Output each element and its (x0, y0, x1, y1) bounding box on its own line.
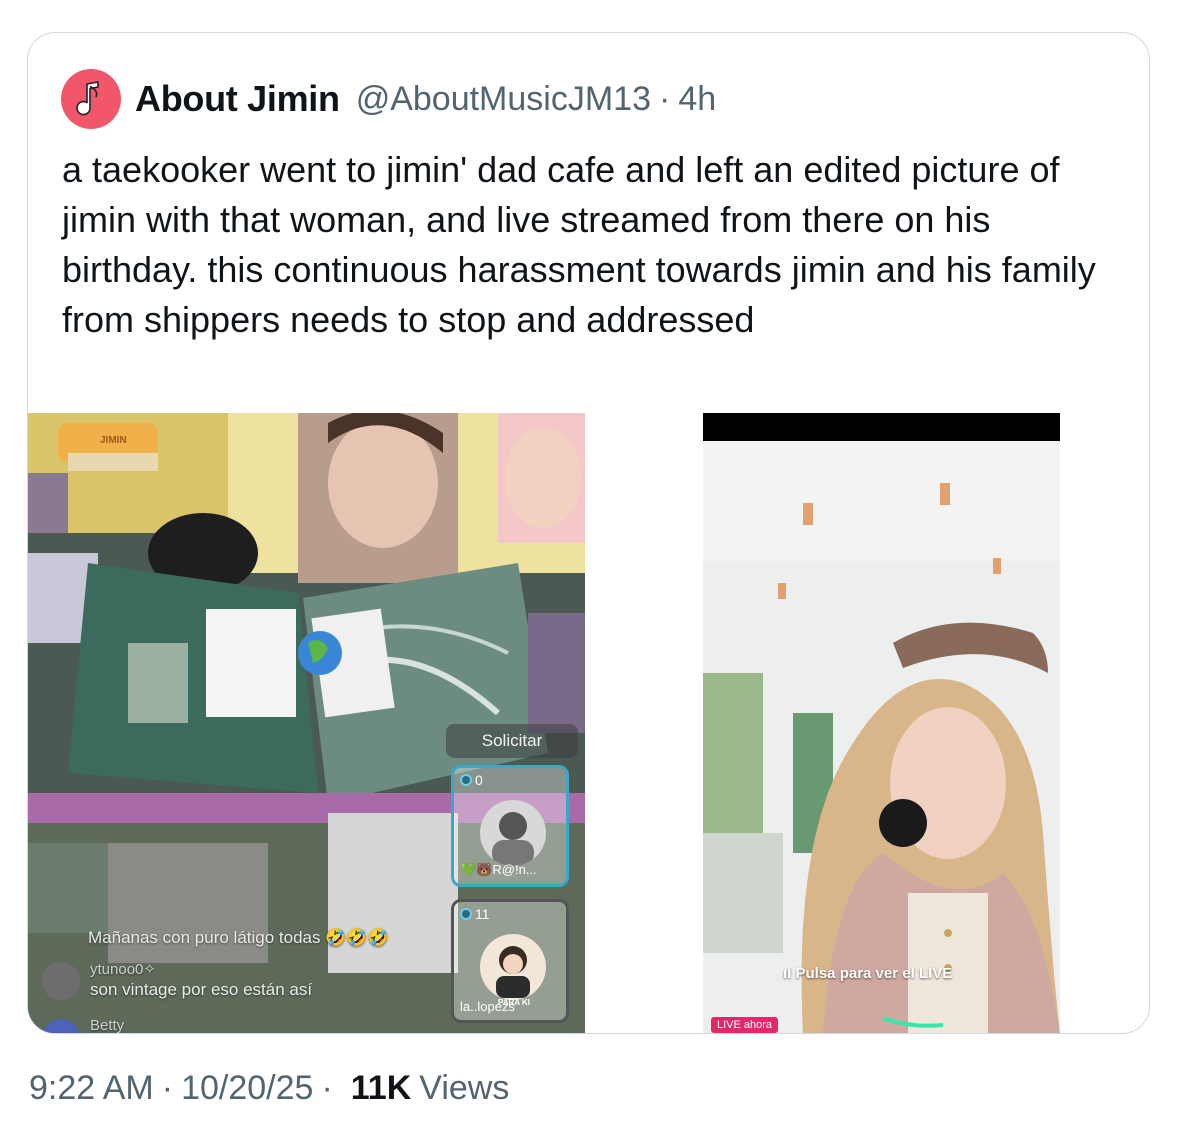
relative-time[interactable]: 4h (678, 80, 716, 119)
guest-slot-1[interactable]: 0 💚🐻R@!n... (451, 765, 569, 887)
author-avatar[interactable] (61, 69, 121, 129)
tweet-footer: 9:22 AM · 10/20/25 · 11K Views (29, 1069, 509, 1108)
guest-avatar (480, 934, 546, 1000)
post-time[interactable]: 9:22 AM (29, 1069, 154, 1108)
guest-cartoon (496, 946, 530, 998)
guest-name: 💚🐻R@!n... (460, 862, 537, 877)
footer-separator: · (321, 1069, 333, 1107)
viewer-icon (460, 774, 472, 786)
commenter-name: Betty (90, 1017, 125, 1034)
commenter-avatar (42, 962, 80, 1000)
viewer-icon (460, 908, 472, 920)
media-image-right[interactable]: ıl Pulsa para ver el LIVE LIVE ahora (703, 413, 1060, 1033)
views-count[interactable]: 11K (351, 1069, 412, 1108)
guest-slot-2[interactable]: 11 PARA KI la..lopezs (451, 899, 569, 1023)
guest-count-value: 11 (475, 906, 490, 922)
cake-label: JIMIN (100, 435, 127, 446)
comment-text: son vintage por eso están así (90, 980, 313, 999)
guest-count-value: 0 (475, 772, 483, 788)
guest-count-1: 0 (460, 772, 483, 788)
guest-avatar (480, 800, 546, 866)
music-note-icon (76, 81, 99, 116)
live-hint[interactable]: ıl Pulsa para ver el LIVE (783, 965, 952, 982)
author-name[interactable]: About Jimin (135, 78, 340, 120)
media-gallery: JIMIN Solicitar 0 💚🐻R@!n... 11 PARA KI l… (28, 413, 1149, 1034)
guest-count-2: 11 (460, 906, 490, 922)
comment-text: Mañanas con puro látigo todas 🤣🤣🤣 (88, 928, 389, 947)
post-date[interactable]: 10/20/25 (181, 1069, 313, 1108)
cafe-selfie-scene (703, 413, 1060, 1033)
guest-name: la..lopezs (460, 999, 515, 1014)
tweet-text: a taekooker went to jimin' dad cafe and … (62, 149, 1096, 340)
footer-separator: · (161, 1069, 174, 1107)
tweet-header: About Jimin @AboutMusicJM13 · 4h (61, 69, 716, 129)
request-join-button[interactable]: Solicitar (446, 724, 578, 758)
quoted-tweet-card[interactable]: About Jimin @AboutMusicJM13 · 4h a taeko… (27, 32, 1150, 1034)
commenter-name: ytunoo0✧ (90, 961, 156, 978)
guest-photo (492, 812, 534, 866)
views-label: Views (419, 1069, 510, 1107)
live-comment: Mañanas con puro látigo todas 🤣🤣🤣 (88, 928, 389, 948)
commenter-avatar (42, 1019, 80, 1033)
media-image-left[interactable]: JIMIN Solicitar 0 💚🐻R@!n... 11 PARA KI l… (28, 413, 585, 1034)
live-badge: LIVE ahora (711, 1017, 779, 1033)
header-separator: · (658, 79, 671, 118)
author-handle[interactable]: @AboutMusicJM13 (356, 80, 651, 119)
